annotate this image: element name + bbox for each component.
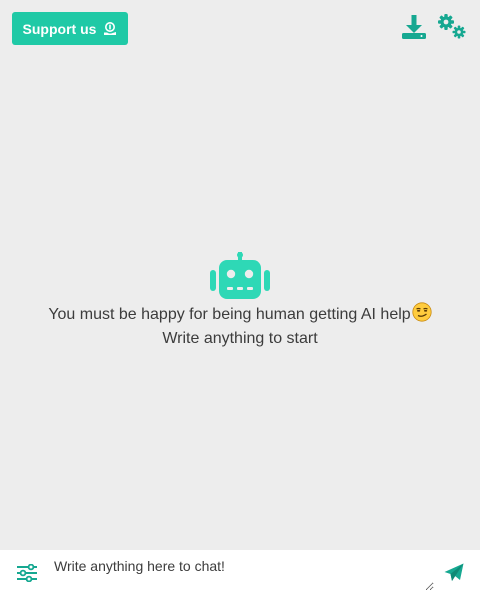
robot-icon xyxy=(210,252,270,299)
welcome-message: You must be happy for being human gettin… xyxy=(0,252,480,351)
sliders-icon[interactable] xyxy=(17,563,37,587)
support-us-button[interactable]: Support us xyxy=(12,12,128,45)
download-icon[interactable] xyxy=(401,14,427,40)
welcome-line-2: Write anything to start xyxy=(162,330,318,347)
settings-gears-icon[interactable] xyxy=(437,13,467,40)
welcome-line-1: You must be happy for being human gettin… xyxy=(0,302,480,327)
hand-coin-icon xyxy=(103,21,117,36)
chat-input[interactable] xyxy=(54,558,434,591)
send-icon[interactable] xyxy=(444,563,464,587)
smirking-face-emoji xyxy=(412,302,432,322)
support-us-label: Support us xyxy=(22,20,97,37)
welcome-text-1: You must be happy for being human gettin… xyxy=(48,306,411,323)
chat-bar xyxy=(0,550,480,593)
